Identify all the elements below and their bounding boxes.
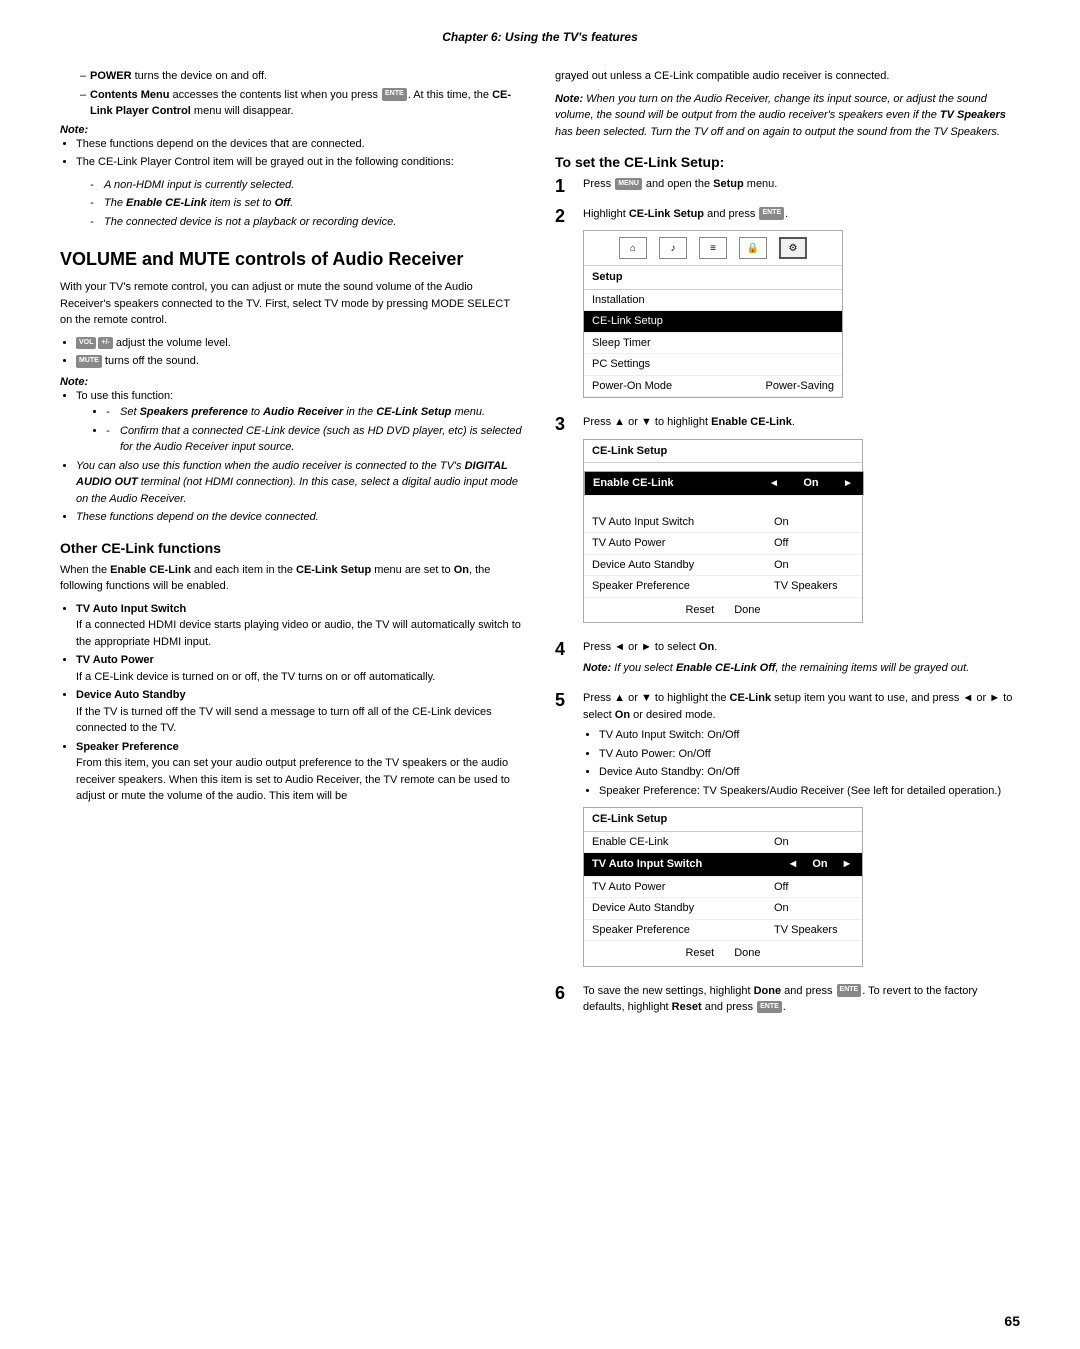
ce-link2-speaker-pref: Speaker Preference TV Speakers	[584, 920, 862, 942]
list-item: To use this function: Set Speakers prefe…	[76, 388, 525, 456]
enter-icon-3: ENTE	[837, 984, 862, 997]
tv-auto-input-row: TV Auto Input Switch On	[584, 512, 862, 534]
conditions-list: A non-HDMI input is currently selected. …	[90, 177, 525, 231]
setup-row-power: Power-On Mode Power-Saving	[584, 376, 842, 398]
page-number: 65	[1004, 1313, 1020, 1329]
ce-link-table-2: CE-Link Setup Enable CE-Link On TV Auto …	[583, 807, 863, 967]
icon-lock: 🔒	[739, 237, 767, 259]
list-item: Confirm that a connected CE-Link device …	[106, 423, 525, 456]
step-2-content: Highlight CE-Link Setup and press ENTE. …	[583, 206, 1020, 407]
enter-icon-4: ENTE	[757, 1001, 782, 1014]
step-2: 2 Highlight CE-Link Setup and press ENTE…	[555, 206, 1020, 407]
page: Chapter 6: Using the TV's features POWER…	[0, 0, 1080, 1349]
device-auto-standby-row: Device Auto Standby On	[584, 555, 862, 577]
ce-link-sub-list: TV Auto Input Switch If a connected HDMI…	[76, 601, 525, 805]
menu-icon: MENU	[615, 178, 642, 191]
list-item: These functions depend on the devices th…	[76, 136, 525, 153]
grayed-text: grayed out unless a CE-Link compatible a…	[555, 68, 1020, 85]
section1-title: VOLUME and MUTE controls of Audio Receiv…	[60, 248, 525, 271]
step-6-content: To save the new settings, highlight Done…	[583, 983, 1020, 1016]
section2-body: When the Enable CE-Link and each item in…	[60, 562, 525, 595]
setup-section-title: To set the CE-Link Setup:	[555, 154, 1020, 170]
ce-link2-enable-row: Enable CE-Link On	[584, 832, 862, 854]
note-block-2: Note: To use this function: Set Speakers…	[60, 376, 525, 526]
setup-table-title: Setup	[584, 266, 842, 290]
list-item: Speaker Preference: TV Speakers/Audio Re…	[599, 783, 1020, 800]
section1-body: With your TV's remote control, you can a…	[60, 279, 525, 329]
intro-bullet-list: POWER turns the device on and off. Conte…	[80, 68, 525, 120]
ce-link-table-1: CE-Link Setup Enable CE-Link ◄ On ► TV A…	[583, 439, 863, 624]
list-item: The Enable CE-Link item is set to Off.	[90, 195, 525, 212]
volume-icon: VOL+/-	[76, 337, 113, 350]
list-item: A non-HDMI input is currently selected.	[90, 177, 525, 194]
ce-link-enable-row: Enable CE-Link ◄ On ►	[584, 471, 864, 496]
ce-link-table1-footer: Reset Done	[584, 598, 862, 623]
setup-row-installation: Installation	[584, 290, 842, 312]
ce-link2-device-standby: Device Auto Standby On	[584, 898, 862, 920]
list-item: VOL+/- adjust the volume level.	[76, 335, 525, 352]
step-4: 4 Press ◄ or ► to select On. Note: If yo…	[555, 639, 1020, 682]
step-1-content: Press MENU and open the Setup menu.	[583, 176, 1020, 193]
list-item: MUTE turns off the sound.	[76, 353, 525, 370]
list-item: Device Auto Standby: On/Off	[599, 764, 1020, 781]
ce-link-table1-title: CE-Link Setup	[584, 440, 862, 464]
step-4-content: Press ◄ or ► to select On. Note: If you …	[583, 639, 1020, 682]
step-3-content: Press ▲ or ▼ to highlight Enable CE-Link…	[583, 414, 1020, 631]
right-column: grayed out unless a CE-Link compatible a…	[555, 68, 1020, 1024]
list-item: The connected device is not a playback o…	[90, 214, 525, 231]
list-item: Speaker Preference From this item, you c…	[76, 739, 525, 805]
list-item: TV Auto Input Switch If a connected HDMI…	[76, 601, 525, 651]
tv-auto-power-row: TV Auto Power Off	[584, 533, 862, 555]
list-item: Set Speakers preference to Audio Receive…	[106, 404, 525, 421]
ce-link2-tv-auto-input: TV Auto Input Switch ◄ On ►	[584, 853, 862, 877]
left-column: POWER turns the device on and off. Conte…	[60, 68, 525, 1024]
note-label-1: Note:	[60, 124, 88, 136]
icon-doc: ≡	[699, 237, 727, 259]
spacer	[584, 504, 862, 512]
ce-link-table2-footer: Reset Done	[584, 941, 862, 966]
list-item: These functions depend on the device con…	[76, 509, 525, 526]
mute-icon: MUTE	[76, 355, 102, 368]
note-block-1: Note: These functions depend on the devi…	[60, 124, 525, 231]
setup-row-pc: PC Settings	[584, 354, 842, 376]
setup-row-celink: CE-Link Setup	[584, 311, 842, 333]
note-label-2: Note:	[60, 376, 88, 388]
step-6: 6 To save the new settings, highlight Do…	[555, 983, 1020, 1016]
step-5: 5 Press ▲ or ▼ to highlight the CE-Link …	[555, 690, 1020, 975]
step4-note: Note: If you select Enable CE-Link Off, …	[583, 660, 1020, 677]
list-item: Contents Menu accesses the contents list…	[80, 87, 525, 120]
setup-icons-row: ⌂ ♪ ≡ 🔒 ⚙	[584, 231, 842, 266]
speaker-pref-row: Speaker Preference TV Speakers	[584, 576, 862, 598]
step-5-content: Press ▲ or ▼ to highlight the CE-Link se…	[583, 690, 1020, 975]
list-item: You can also use this function when the …	[76, 458, 525, 508]
list-item: POWER turns the device on and off.	[80, 68, 525, 85]
note-list-2: To use this function: Set Speakers prefe…	[76, 388, 525, 526]
step-1: 1 Press MENU and open the Setup menu.	[555, 176, 1020, 198]
note-list-1: These functions depend on the devices th…	[76, 136, 525, 171]
ce-link-table2-title: CE-Link Setup	[584, 808, 862, 832]
note-italic: Note: When you turn on the Audio Receive…	[555, 91, 1020, 141]
ce-link2-tv-auto-power: TV Auto Power Off	[584, 877, 862, 899]
list-item: TV Auto Power If a CE-Link device is tur…	[76, 652, 525, 685]
icon-home: ⌂	[619, 237, 647, 259]
list-item: TV Auto Input Switch: On/Off	[599, 727, 1020, 744]
setup-table: ⌂ ♪ ≡ 🔒 ⚙ Setup Installation CE-Link Set…	[583, 230, 843, 398]
icon-music: ♪	[659, 237, 687, 259]
vol-mute-list: VOL+/- adjust the volume level. MUTE tur…	[76, 335, 525, 370]
enter-icon: ENTE	[382, 88, 407, 101]
sub-dash-list: Set Speakers preference to Audio Receive…	[106, 404, 525, 456]
list-item: Device Auto Standby If the TV is turned …	[76, 687, 525, 737]
step5-bullets: TV Auto Input Switch: On/Off TV Auto Pow…	[599, 727, 1020, 799]
enter-icon-2: ENTE	[759, 207, 784, 220]
icon-gear: ⚙	[779, 237, 807, 259]
list-item: TV Auto Power: On/Off	[599, 746, 1020, 763]
list-item: The CE-Link Player Control item will be …	[76, 154, 525, 171]
chapter-header: Chapter 6: Using the TV's features	[60, 30, 1020, 50]
step-3: 3 Press ▲ or ▼ to highlight Enable CE-Li…	[555, 414, 1020, 631]
setup-row-sleep: Sleep Timer	[584, 333, 842, 355]
section2-title: Other CE-Link functions	[60, 540, 525, 556]
